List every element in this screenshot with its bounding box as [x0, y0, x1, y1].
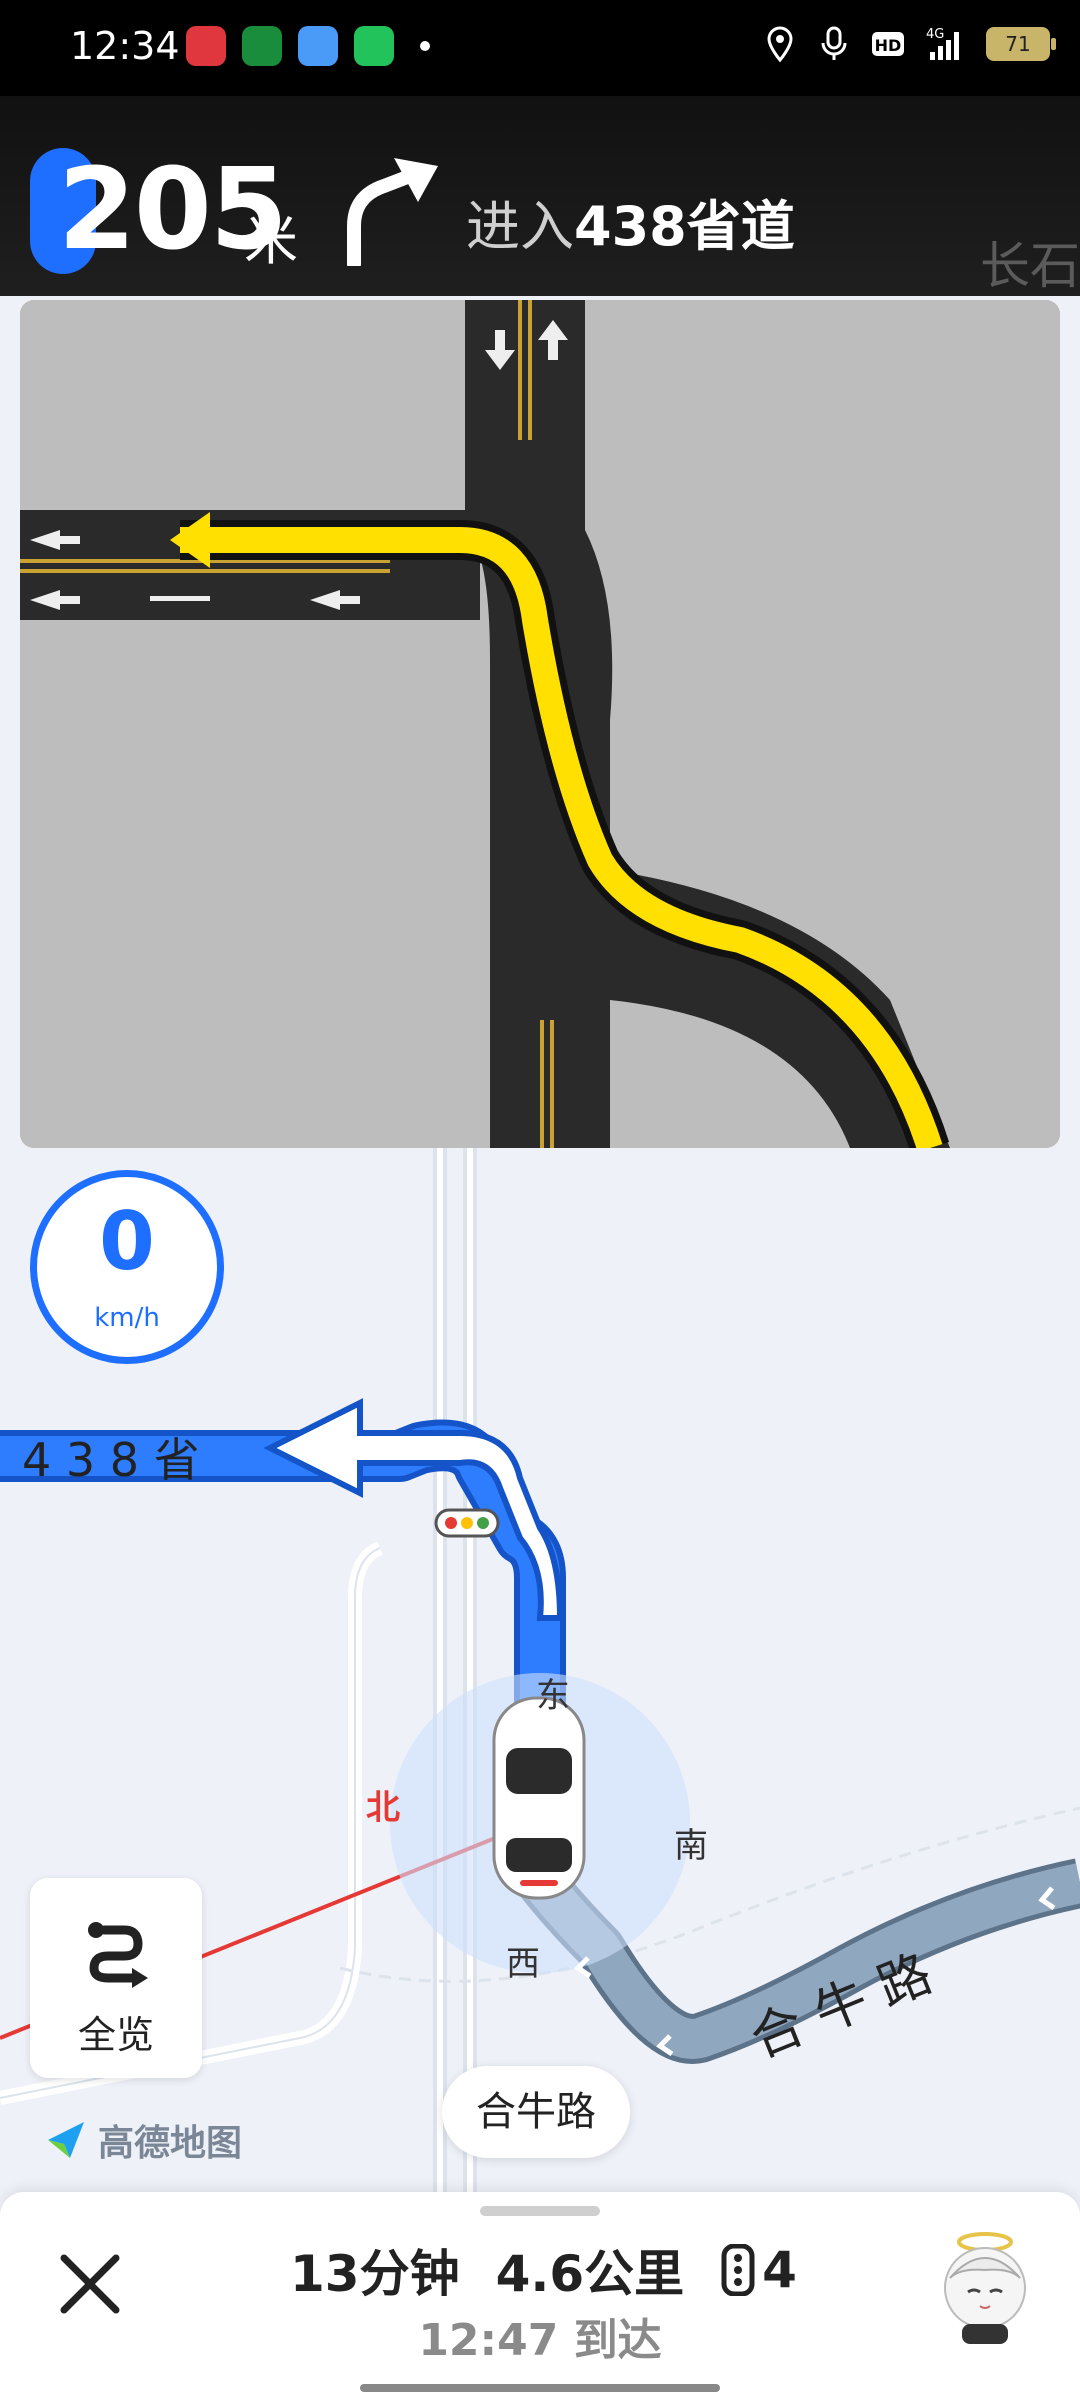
traffic-light-icon — [721, 2244, 755, 2296]
traffic-light-count: 4 — [720, 2241, 797, 2299]
status-bar: 12:34 HD 4G 71 — [0, 0, 1080, 96]
microphone-icon — [821, 26, 847, 60]
speed-unit: km/h — [94, 1303, 160, 1333]
traffic-light-number: 4 — [762, 2241, 797, 2299]
compass-west: 西 — [506, 1944, 540, 1984]
map-road-label-peek: 长石 — [980, 237, 1080, 295]
notification-icons — [186, 26, 430, 66]
route-overview-icon — [88, 1922, 148, 1988]
road-label-438: 4 3 8 省 — [22, 1433, 200, 1487]
browser-app-icon — [298, 26, 338, 66]
amap-logo-text: 高德地图 — [98, 2123, 243, 2164]
system-icons: HD 4G 71 — [762, 24, 1056, 64]
svg-text:4G: 4G — [926, 27, 944, 42]
hd-icon: HD — [872, 32, 904, 56]
trip-distance: 4.6公里 — [495, 2245, 685, 2303]
compass-east: 东 — [536, 1676, 570, 1716]
home-indicator[interactable] — [360, 2384, 720, 2392]
road-prefix: 进入 — [466, 195, 574, 258]
oppo-app-icon — [242, 26, 282, 66]
compass-north: 北 — [366, 1788, 400, 1828]
panel-grabber[interactable] — [480, 2206, 600, 2216]
battery-icon: 71 — [986, 27, 1056, 61]
voice-assistant-avatar[interactable] — [930, 2228, 1040, 2348]
overview-label: 全览 — [77, 2013, 154, 2057]
trip-summary-panel[interactable]: 13分钟 4.6公里 4 12:47 到达 — [0, 2192, 1080, 2400]
status-time: 12:34 — [70, 24, 180, 68]
trip-duration: 13分钟 — [290, 2245, 460, 2303]
svg-text:HD: HD — [875, 36, 902, 55]
junction-view — [20, 300, 1060, 1148]
iqiyi-app-icon — [354, 26, 394, 66]
location-icon — [767, 26, 793, 63]
speedometer: 0 km/h — [30, 1170, 224, 1364]
amap-logo: 高德地图 — [44, 2114, 242, 2166]
trip-summary: 13分钟 4.6公里 4 — [290, 2234, 797, 2306]
next-road-name: 438省道 — [574, 195, 795, 258]
turn-right-arrow-icon — [347, 158, 438, 266]
traffic-light-icon — [434, 1508, 500, 1538]
distance-unit: 米 — [244, 209, 298, 272]
compass-south: 南 — [674, 1826, 708, 1866]
current-road-chip: 合牛路 — [442, 2066, 630, 2158]
speed-value: 0 — [99, 1195, 155, 1288]
battery-level: 71 — [1005, 32, 1031, 56]
app-notification-icon — [186, 26, 226, 66]
route-overview-button[interactable]: 全览 — [30, 1878, 202, 2078]
arrival-time: 12:47 到达 — [418, 2315, 662, 2366]
amap-logo-icon — [48, 2122, 84, 2158]
vehicle-position-icon — [492, 1696, 586, 1900]
signal-4g-icon: 4G — [926, 27, 959, 60]
nav-instruction-banner[interactable]: 205 米 进入 438省道 长石 — [0, 96, 1080, 296]
more-notifications-icon — [420, 41, 430, 51]
